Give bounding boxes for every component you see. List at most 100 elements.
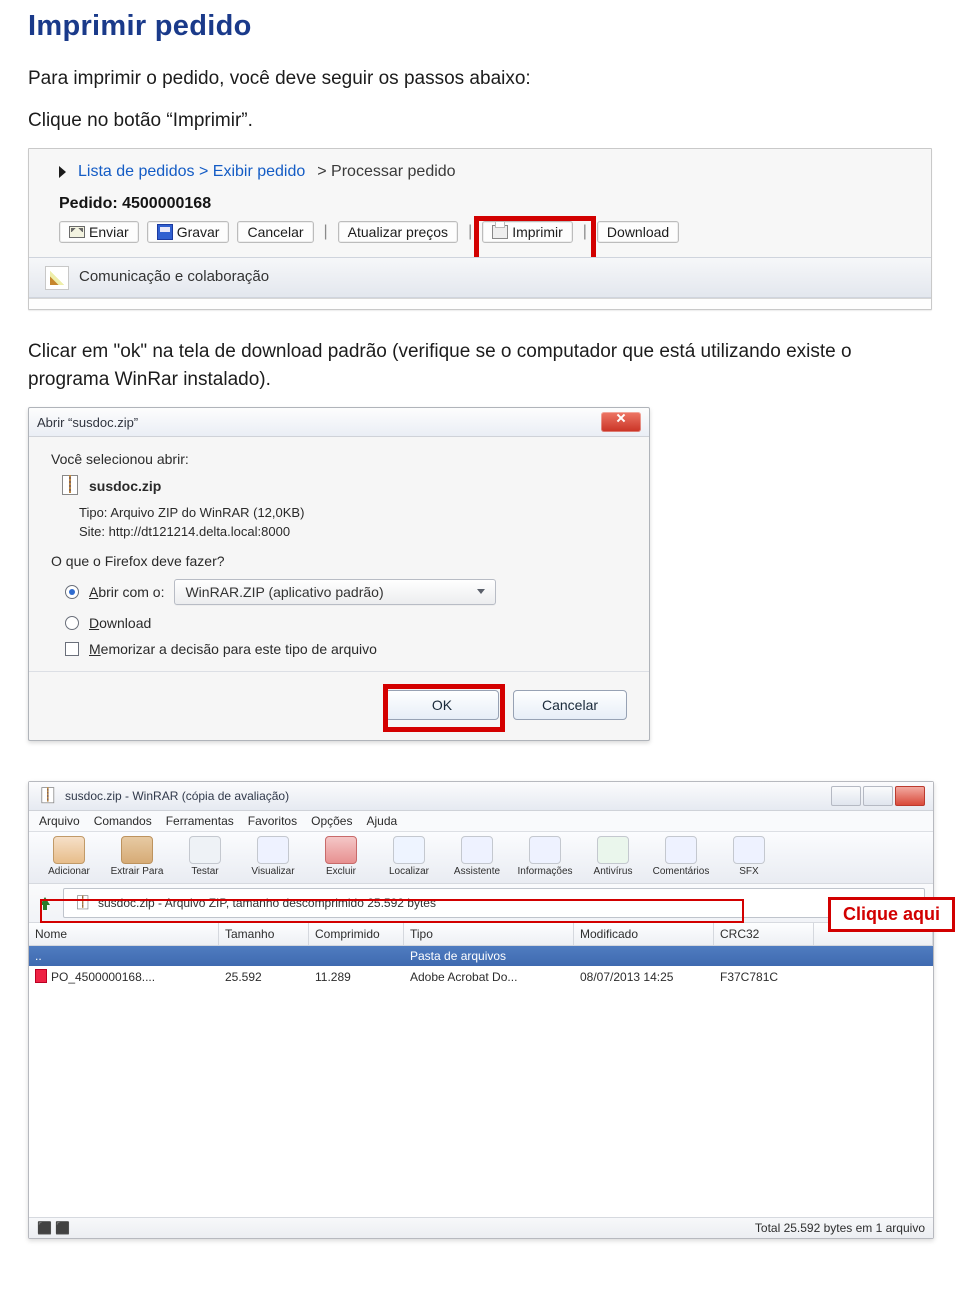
- tool-comments[interactable]: Comentários: [649, 836, 713, 877]
- dialog-selected-label: Você selecionou abrir:: [51, 451, 627, 467]
- body-text-2: Clicar em "ok" na tela de download padrã…: [28, 338, 932, 393]
- remember-row[interactable]: Memorizar a decisão para este tipo de ar…: [65, 641, 627, 657]
- ok-button[interactable]: OK: [385, 690, 499, 720]
- intro-text-2: Clique no botão “Imprimir”.: [28, 107, 932, 135]
- divider: [29, 298, 931, 309]
- pencil-icon: [45, 266, 69, 290]
- winrar-titlebar: susdoc.zip - WinRAR (cópia de avaliação): [29, 782, 933, 811]
- minimize-button[interactable]: [831, 786, 861, 806]
- tool-test[interactable]: Testar: [173, 836, 237, 877]
- checkbox-icon[interactable]: [65, 642, 79, 656]
- breadcrumb-link[interactable]: Lista de pedidos > Exibir pedido: [78, 163, 305, 181]
- col-type[interactable]: Tipo: [404, 923, 574, 945]
- cancel-button[interactable]: Cancelar: [513, 690, 627, 720]
- view-icon: [257, 836, 289, 864]
- breadcrumb-current: > Processar pedido: [317, 163, 455, 181]
- cell-size: 25.592: [219, 967, 309, 987]
- mail-icon: [69, 226, 85, 238]
- screenshot-dialog: Abrir “susdoc.zip” Você selecionou abrir…: [28, 407, 932, 741]
- cancel-button[interactable]: Cancelar: [237, 221, 313, 243]
- maximize-button[interactable]: [863, 786, 893, 806]
- menu-item[interactable]: Favoritos: [248, 814, 297, 828]
- add-icon: [53, 836, 85, 864]
- open-with-row[interactable]: Abrir com o: WinRAR.ZIP (aplicativo padr…: [65, 579, 627, 605]
- dialog-type: Tipo: Arquivo ZIP do WinRAR (12,0KB): [79, 505, 627, 520]
- disk-icon: [157, 224, 173, 240]
- col-date[interactable]: Modificado: [574, 923, 714, 945]
- download-label: Download: [89, 615, 151, 631]
- status-right: Total 25.592 bytes em 1 arquivo: [755, 1221, 925, 1235]
- printer-icon: [492, 225, 508, 239]
- zip-icon: [75, 895, 89, 910]
- col-name[interactable]: Nome: [29, 923, 219, 945]
- screenshot-toolbar: Lista de pedidos > Exibir pedido > Proce…: [28, 148, 932, 310]
- menu-item[interactable]: Ajuda: [366, 814, 397, 828]
- send-button-label: Enviar: [89, 224, 129, 240]
- tool-sfx[interactable]: SFX: [717, 836, 781, 877]
- tool-find[interactable]: Localizar: [377, 836, 441, 877]
- info-icon: [529, 836, 561, 864]
- extract-icon: [121, 836, 153, 864]
- cell-type: Pasta de arquivos: [404, 946, 574, 966]
- test-icon: [189, 836, 221, 864]
- tool-add[interactable]: Adicionar: [37, 836, 101, 877]
- save-button-label: Gravar: [177, 224, 220, 240]
- status-left: ⬛ ⬛: [37, 1221, 70, 1235]
- communication-label: Comunicação e colaboração: [79, 268, 269, 285]
- cell-date: 08/07/2013 14:25: [574, 967, 714, 987]
- cell-name: ..: [29, 946, 219, 966]
- radio-icon[interactable]: [65, 616, 79, 630]
- dialog-question: O que o Firefox deve fazer?: [51, 553, 627, 569]
- col-size[interactable]: Tamanho: [219, 923, 309, 945]
- window-controls: [831, 786, 925, 806]
- table-row-file[interactable]: PO_4500000168.... 25.592 11.289 Adobe Ac…: [29, 966, 933, 987]
- tool-extract[interactable]: Extrair Para: [105, 836, 169, 877]
- tool-view[interactable]: Visualizar: [241, 836, 305, 877]
- menu-item[interactable]: Comandos: [94, 814, 152, 828]
- col-packed[interactable]: Comprimido: [309, 923, 404, 945]
- breadcrumb: Lista de pedidos > Exibir pedido > Proce…: [29, 163, 931, 189]
- close-button[interactable]: [895, 786, 925, 806]
- find-icon: [393, 836, 425, 864]
- up-arrow-icon[interactable]: [37, 894, 55, 912]
- dialog-file: susdoc.zip: [59, 475, 627, 497]
- separator: |: [581, 223, 589, 241]
- update-prices-button[interactable]: Atualizar preços: [338, 221, 458, 243]
- wizard-icon: [461, 836, 493, 864]
- path-text: susdoc.zip - Arquivo ZIP, tamanho descom…: [98, 896, 436, 910]
- tool-delete[interactable]: Excluir: [309, 836, 373, 877]
- winrar-title-text: susdoc.zip - WinRAR (cópia de avaliação): [65, 789, 289, 803]
- action-bar: Enviar Gravar Cancelar | Atualizar preço…: [29, 221, 931, 251]
- close-icon[interactable]: [601, 412, 641, 432]
- tool-info[interactable]: Informações: [513, 836, 577, 877]
- page-title: Imprimir pedido: [28, 10, 932, 43]
- path-box[interactable]: susdoc.zip - Arquivo ZIP, tamanho descom…: [63, 888, 925, 918]
- communication-bar[interactable]: Comunicação e colaboração: [29, 257, 931, 298]
- menu-item[interactable]: Arquivo: [39, 814, 80, 828]
- download-button[interactable]: Download: [597, 221, 679, 243]
- comments-icon: [665, 836, 697, 864]
- column-headers[interactable]: Nome Tamanho Comprimido Tipo Modificado …: [29, 923, 933, 946]
- zip-icon: [39, 787, 55, 805]
- save-button[interactable]: Gravar: [147, 221, 230, 243]
- table-row-folder[interactable]: .. Pasta de arquivos: [29, 946, 933, 966]
- tool-wizard[interactable]: Assistente: [445, 836, 509, 877]
- antivirus-icon: [597, 836, 629, 864]
- dialog-title: Abrir “susdoc.zip”: [37, 415, 601, 430]
- menu-item[interactable]: Ferramentas: [166, 814, 234, 828]
- cell-name: PO_4500000168....: [29, 966, 219, 987]
- open-with-select[interactable]: WinRAR.ZIP (aplicativo padrão): [174, 579, 496, 605]
- status-bar: ⬛ ⬛ Total 25.592 bytes em 1 arquivo: [29, 1217, 933, 1238]
- order-number: Pedido: 4500000168: [29, 189, 931, 221]
- menu-item[interactable]: Opções: [311, 814, 352, 828]
- tool-antivirus[interactable]: Antivírus: [581, 836, 645, 877]
- col-crc[interactable]: CRC32: [714, 923, 814, 945]
- print-button[interactable]: Imprimir: [482, 221, 573, 243]
- radio-selected-icon[interactable]: [65, 585, 79, 599]
- zip-icon: [59, 475, 79, 497]
- download-row[interactable]: Download: [65, 615, 627, 631]
- cell-packed: 11.289: [309, 967, 404, 987]
- open-with-label: Abrir com o:: [89, 584, 164, 600]
- click-here-callout: Clique aqui: [828, 897, 955, 932]
- send-button[interactable]: Enviar: [59, 221, 139, 243]
